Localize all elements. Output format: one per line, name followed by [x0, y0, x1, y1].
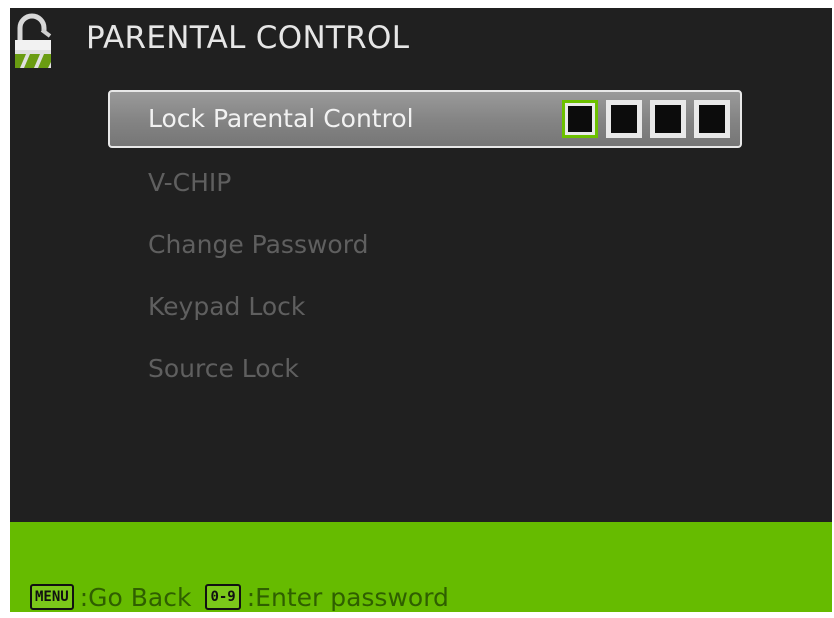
pin-digit-1[interactable]: [562, 100, 598, 138]
header: PARENTAL CONTROL: [10, 8, 832, 74]
pin-entry[interactable]: [562, 100, 730, 138]
page-title: PARENTAL CONTROL: [86, 20, 410, 56]
go-back-hint: :Go Back: [79, 582, 192, 612]
menu-item-label: Source Lock: [148, 354, 299, 383]
menu-item-v-chip[interactable]: V-CHIP: [108, 154, 742, 212]
number-keys-icon: 0-9: [205, 584, 241, 610]
menu-item-keypad-lock[interactable]: Keypad Lock: [108, 278, 742, 336]
footer-hint-bar: MENU :Go Back 0-9 :Enter password: [10, 522, 832, 612]
menu-item-lock-parental-control[interactable]: Lock Parental Control: [108, 90, 742, 148]
menu-item-change-password[interactable]: Change Password: [108, 216, 742, 274]
tv-screen: PARENTAL CONTROL Lock Parental Control V…: [10, 8, 832, 612]
menu-item-label: Lock Parental Control: [148, 104, 414, 133]
menu-key-icon: MENU: [30, 584, 74, 610]
pin-digit-3[interactable]: [650, 100, 686, 138]
lock-icon: [15, 13, 52, 68]
pin-digit-2[interactable]: [606, 100, 642, 138]
enter-password-hint: :Enter password: [246, 582, 449, 612]
menu-item-label: Keypad Lock: [148, 292, 306, 321]
footer-hints: MENU :Go Back 0-9 :Enter password: [30, 582, 463, 612]
menu-item-label: Change Password: [148, 230, 369, 259]
menu-item-label: V-CHIP: [148, 168, 232, 197]
menu-item-source-lock[interactable]: Source Lock: [108, 340, 742, 398]
pin-digit-4[interactable]: [694, 100, 730, 138]
